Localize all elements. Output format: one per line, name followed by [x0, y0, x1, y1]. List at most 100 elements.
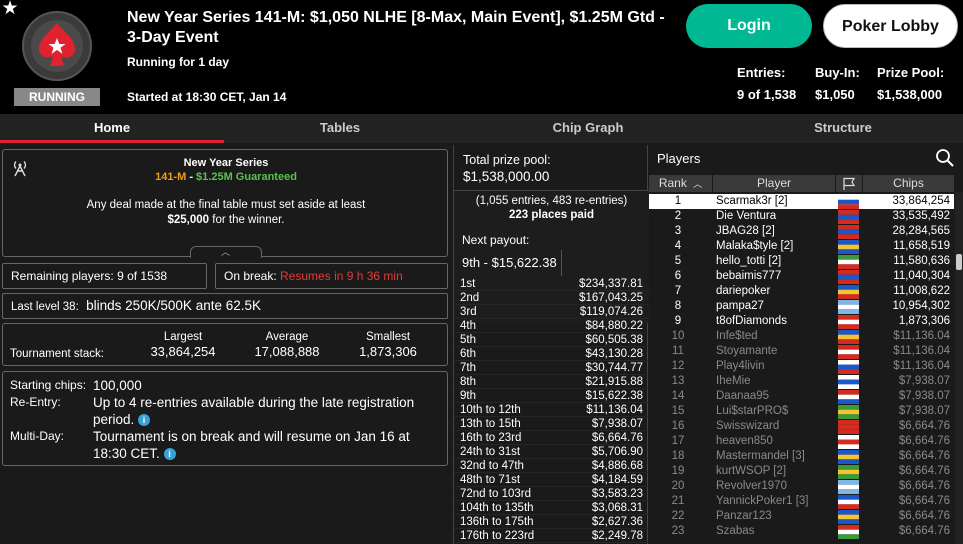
pokerstars-logo: [22, 11, 92, 81]
tab-chip-graph[interactable]: Chip Graph: [476, 114, 700, 143]
places-paid: 223 places paid: [508, 209, 595, 221]
deal-notice-text: Any deal made at the final table must se…: [86, 199, 366, 211]
country-flag-icon: [838, 255, 859, 269]
player-row[interactable]: 13 IheMie $7,938.07: [649, 374, 954, 389]
payout-row: 48th to 71st $4,184.59: [454, 473, 649, 487]
tab-structure[interactable]: Structure: [731, 114, 955, 143]
collapse-toggle[interactable]: ︿: [190, 246, 262, 258]
player-rank: 3: [674, 225, 682, 237]
player-row[interactable]: 2 Die Ventura 33,535,492: [649, 209, 954, 224]
player-name: Scarmak3r [2]: [716, 195, 788, 207]
scrollbar-thumb[interactable]: [956, 254, 962, 270]
player-chips: $11,136.04: [893, 345, 950, 357]
player-rank: 18: [671, 450, 685, 462]
rank-column-header[interactable]: Rank ︿: [649, 175, 712, 192]
players-scrollbar[interactable]: [955, 192, 963, 544]
player-row[interactable]: 5 hello_totti [2] 11,580,636: [649, 254, 954, 269]
player-rank: 10: [671, 330, 685, 342]
login-button[interactable]: Login: [686, 4, 812, 48]
player-row[interactable]: 15 Lui$starPRO$ $7,938.07: [649, 404, 954, 419]
poker-lobby-button[interactable]: Poker Lobby: [823, 4, 958, 48]
multiday-value: Tournament is on break and will resume o…: [93, 428, 410, 462]
payout-amount: $7,938.07: [591, 418, 643, 430]
series-event-id: 141-M: [155, 171, 187, 183]
player-row[interactable]: 11 Stoyamante $11,136.04: [649, 344, 954, 359]
player-row[interactable]: 4 Malaka$tyle [2] 11,658,519: [649, 239, 954, 254]
country-flag-icon: [838, 420, 859, 434]
player-row[interactable]: 16 Swisswizard $6,664.76: [649, 419, 954, 434]
player-name: JBAG28 [2]: [716, 225, 775, 237]
player-rank: 14: [671, 390, 685, 402]
payout-row: 24th to 31st $5,706.90: [454, 445, 649, 459]
player-row[interactable]: 14 Daanaa95 $7,938.07: [649, 389, 954, 404]
player-row[interactable]: 6 bebaimis777 11,040,304: [649, 269, 954, 284]
payout-place: 16th to 23rd: [460, 432, 522, 444]
player-name: t8ofDiamonds: [716, 315, 787, 327]
payout-amount: $43,130.28: [585, 348, 643, 360]
player-row[interactable]: 20 Revolver1970 $6,664.76: [649, 479, 954, 494]
country-flag-icon: [838, 330, 859, 344]
player-name: bebaimis777: [716, 270, 782, 282]
player-name: Stoyamante: [716, 345, 778, 357]
player-name: hello_totti [2]: [716, 255, 782, 267]
payout-place: 8th: [460, 376, 476, 388]
search-icon[interactable]: [935, 148, 955, 168]
payout-amount: $6,664.76: [591, 432, 643, 444]
payout-place: 6th: [460, 348, 476, 360]
remaining-value: 9 of 1538: [117, 269, 168, 283]
player-row[interactable]: 12 Play4livin $11,136.04: [649, 359, 954, 374]
players-panel: Players Rank ︿ Player Chips 1 Scarmak3r […: [649, 145, 963, 544]
player-row[interactable]: 23 Szabas $6,664.76: [649, 524, 954, 539]
player-chips: 1,873,306: [898, 315, 950, 327]
payout-row: 104th to 135th $3,068.31: [454, 501, 649, 515]
payout-place: 1st: [460, 278, 476, 290]
payout-place: 10th to 12th: [460, 404, 521, 416]
country-column-header[interactable]: [836, 175, 862, 192]
player-name: Daanaa95: [716, 390, 770, 402]
player-name: Infe$ted: [716, 330, 758, 342]
remaining-label: Remaining players:: [11, 269, 114, 283]
player-row[interactable]: 22 Panzar123 $6,664.76: [649, 509, 954, 524]
player-rank: 12: [671, 360, 685, 372]
player-row[interactable]: 8 pampa27 10,954,302: [649, 299, 954, 314]
player-row[interactable]: 9 t8ofDiamonds 1,873,306: [649, 314, 954, 329]
payout-place: 4th: [460, 320, 476, 332]
payout-row: 5th $60,505.38: [454, 333, 649, 347]
multiday-info-icon[interactable]: i: [163, 448, 176, 461]
reentry-label: Re-Entry:: [10, 395, 61, 409]
payout-row: 1st $234,337.81: [454, 277, 649, 291]
player-row[interactable]: 1 Scarmak3r [2] 33,864,254: [649, 194, 954, 209]
player-chips: 28,284,565: [892, 225, 950, 237]
player-row[interactable]: 3 JBAG28 [2] 28,284,565: [649, 224, 954, 239]
chips-column-header[interactable]: Chips: [863, 175, 954, 192]
buyin-stat: Buy-In: $1,050: [815, 62, 860, 106]
status-badge: RUNNING: [14, 88, 100, 106]
payout-amount: $30,744.77: [585, 362, 643, 374]
payout-row: 13th to 15th $7,938.07: [454, 417, 649, 431]
player-chips: 10,954,302: [892, 300, 950, 312]
player-rank: 9: [674, 315, 682, 327]
player-row[interactable]: 17 heaven850 $6,664.76: [649, 434, 954, 449]
player-name: Panzar123: [716, 510, 772, 522]
player-row[interactable]: 19 kurtWSOP [2] $6,664.76: [649, 464, 954, 479]
player-chips: 33,535,492: [892, 210, 950, 222]
player-column-header[interactable]: Player: [713, 175, 835, 192]
player-row[interactable]: 18 Mastermandel [3] $6,664.76: [649, 449, 954, 464]
country-flag-icon: [838, 300, 859, 314]
payout-place: 72nd to 103rd: [460, 488, 531, 500]
entries-label: Entries:: [737, 65, 786, 80]
payout-amount: $119,074.26: [579, 306, 643, 318]
last-level-value: blinds 250K/500K ante 62.5K: [86, 298, 261, 313]
player-row[interactable]: 7 dariepoker 11,008,622: [649, 284, 954, 299]
tab-tables[interactable]: Tables: [228, 114, 452, 143]
player-rank: 19: [671, 465, 685, 477]
player-row[interactable]: 10 Infe$ted $11,136.04: [649, 329, 954, 344]
tab-home[interactable]: Home: [0, 114, 224, 143]
player-name: Revolver1970: [716, 480, 787, 492]
favorite-star-icon[interactable]: ★: [0, 0, 20, 20]
player-row[interactable]: 21 YannickPoker1 [3] $6,664.76: [649, 494, 954, 509]
multiday-label: Multi-Day:: [10, 429, 65, 443]
largest-label: Largest: [163, 331, 203, 343]
reentry-info-icon[interactable]: i: [138, 414, 151, 427]
player-chips: 11,580,636: [893, 255, 950, 267]
